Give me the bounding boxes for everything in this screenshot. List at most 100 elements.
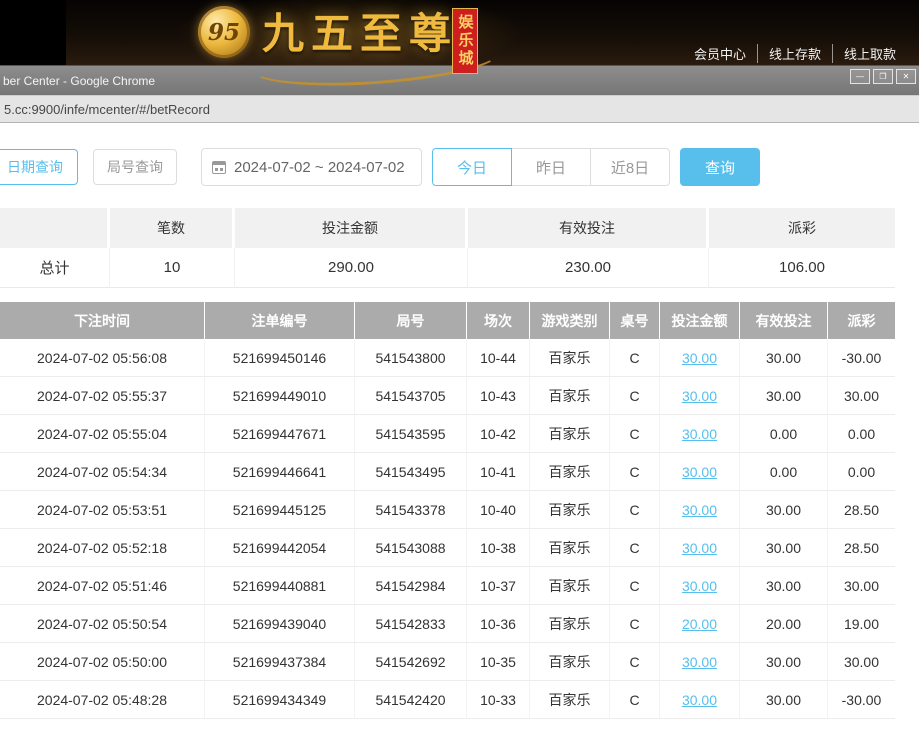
bet-amount-cell: 30.00 — [660, 643, 740, 681]
bet-session: 10-36 — [467, 605, 530, 643]
last8days-button[interactable]: 近8日 — [590, 148, 670, 186]
bet-table-no: C — [610, 415, 660, 453]
summary-bet-amount: 290.00 — [235, 248, 468, 288]
column-header-amount: 投注金额 — [660, 302, 740, 339]
column-header-time: 下注时间 — [0, 302, 205, 339]
bet-valid: 30.00 — [740, 339, 828, 377]
column-header-table-no: 桌号 — [610, 302, 660, 339]
bet-amount-cell: 30.00 — [660, 339, 740, 377]
bet-game: 百家乐 — [530, 415, 610, 453]
bet-payout: 0.00 — [828, 453, 895, 491]
close-button[interactable]: ✕ — [896, 69, 916, 84]
bet-game: 百家乐 — [530, 529, 610, 567]
bet-order-id: 521699437384 — [205, 643, 355, 681]
bet-amount-link[interactable]: 30.00 — [682, 426, 717, 442]
bet-amount-link[interactable]: 30.00 — [682, 540, 717, 556]
bet-game: 百家乐 — [530, 339, 610, 377]
bet-table-no: C — [610, 491, 660, 529]
site-header: 95 九五至尊 娱乐城 会员中心线上存款线上取款 — [0, 0, 919, 65]
search-button[interactable]: 查询 — [680, 148, 760, 186]
bet-table-no: C — [610, 453, 660, 491]
today-button[interactable]: 今日 — [432, 148, 512, 186]
bet-amount-cell: 30.00 — [660, 415, 740, 453]
bet-valid: 30.00 — [740, 643, 828, 681]
table-row: 2024-07-02 05:55:04 521699447671 5415435… — [0, 415, 895, 453]
bet-amount-link[interactable]: 30.00 — [682, 464, 717, 480]
bet-amount-link[interactable]: 30.00 — [682, 692, 717, 708]
bet-valid: 20.00 — [740, 605, 828, 643]
bet-session: 10-43 — [467, 377, 530, 415]
screen: 95 九五至尊 娱乐城 会员中心线上存款线上取款 ber Center - Go… — [0, 0, 919, 740]
bet-round-id: 541542984 — [355, 567, 467, 605]
bet-round-id: 541542420 — [355, 681, 467, 719]
bet-payout: 28.50 — [828, 529, 895, 567]
round-query-tab[interactable]: 局号查询 — [93, 149, 177, 185]
bet-record-table: 下注时间 注单编号 局号 场次 游戏类别 桌号 投注金额 有效投注 派彩 202… — [0, 302, 895, 719]
table-row: 2024-07-02 05:55:37 521699449010 5415437… — [0, 377, 895, 415]
bet-payout: 28.50 — [828, 491, 895, 529]
column-header-payout: 派彩 — [828, 302, 895, 339]
bet-amount-cell: 30.00 — [660, 681, 740, 719]
bet-amount-link[interactable]: 30.00 — [682, 350, 717, 366]
quick-range-group: 今日 昨日 近8日 — [432, 148, 670, 186]
bet-amount-link[interactable]: 20.00 — [682, 616, 717, 632]
nav-online-withdraw[interactable]: 线上取款 — [832, 44, 907, 63]
bet-round-id: 541542692 — [355, 643, 467, 681]
bet-session: 10-35 — [467, 643, 530, 681]
bet-valid: 30.00 — [740, 681, 828, 719]
bet-game: 百家乐 — [530, 643, 610, 681]
bet-valid: 30.00 — [740, 491, 828, 529]
bet-round-id: 541543705 — [355, 377, 467, 415]
bet-session: 10-38 — [467, 529, 530, 567]
bet-amount-link[interactable]: 30.00 — [682, 388, 717, 404]
bet-order-id: 521699449010 — [205, 377, 355, 415]
table-row: 2024-07-02 05:50:00 521699437384 5415426… — [0, 643, 895, 681]
bet-time: 2024-07-02 05:53:51 — [0, 491, 205, 529]
minimize-button[interactable]: — — [850, 69, 870, 84]
bet-time: 2024-07-02 05:56:08 — [0, 339, 205, 377]
bet-order-id: 521699446641 — [205, 453, 355, 491]
summary-valid-bet: 230.00 — [468, 248, 709, 288]
bet-valid: 0.00 — [740, 415, 828, 453]
bet-time: 2024-07-02 05:55:04 — [0, 415, 205, 453]
date-query-tab[interactable]: 日期查询 — [0, 149, 78, 185]
summary-header-valid-bet: 有效投注 — [468, 208, 709, 248]
maximize-button[interactable]: ❐ — [873, 69, 893, 84]
bet-session: 10-33 — [467, 681, 530, 719]
bet-amount-cell: 30.00 — [660, 491, 740, 529]
bet-game: 百家乐 — [530, 567, 610, 605]
date-range-picker[interactable]: 2024-07-02 ~ 2024-07-02 — [201, 148, 422, 186]
bet-payout: 0.00 — [828, 415, 895, 453]
bet-game: 百家乐 — [530, 681, 610, 719]
yesterday-button[interactable]: 昨日 — [511, 148, 591, 186]
bet-valid: 0.00 — [740, 453, 828, 491]
bet-session: 10-42 — [467, 415, 530, 453]
bet-payout: 30.00 — [828, 643, 895, 681]
table-row: 2024-07-02 05:52:18 521699442054 5415430… — [0, 529, 895, 567]
bet-order-id: 521699440881 — [205, 567, 355, 605]
bet-amount-link[interactable]: 30.00 — [682, 578, 717, 594]
bet-game: 百家乐 — [530, 377, 610, 415]
bet-time: 2024-07-02 05:48:28 — [0, 681, 205, 719]
bet-time: 2024-07-02 05:52:18 — [0, 529, 205, 567]
bet-table-no: C — [610, 377, 660, 415]
table-row: 2024-07-02 05:53:51 521699445125 5415433… — [0, 491, 895, 529]
site-logo-text: 九五至尊 — [262, 10, 458, 58]
bet-time: 2024-07-02 05:50:54 — [0, 605, 205, 643]
bet-amount-cell: 30.00 — [660, 453, 740, 491]
summary-payout: 106.00 — [709, 248, 895, 288]
bet-time: 2024-07-02 05:51:46 — [0, 567, 205, 605]
bet-order-id: 521699447671 — [205, 415, 355, 453]
bet-amount-link[interactable]: 30.00 — [682, 502, 717, 518]
nav-member-center[interactable]: 会员中心 — [683, 44, 757, 63]
browser-urlbar[interactable]: 5.cc:9900/infe/mcenter/#/betRecord — [0, 95, 919, 123]
table-row: 2024-07-02 05:48:28 521699434349 5415424… — [0, 681, 895, 719]
bet-time: 2024-07-02 05:55:37 — [0, 377, 205, 415]
bet-round-id: 541543800 — [355, 339, 467, 377]
column-header-order-id: 注单编号 — [205, 302, 355, 339]
bet-amount-link[interactable]: 30.00 — [682, 654, 717, 670]
bet-order-id: 521699442054 — [205, 529, 355, 567]
column-header-valid: 有效投注 — [740, 302, 828, 339]
column-header-session: 场次 — [467, 302, 530, 339]
nav-online-deposit[interactable]: 线上存款 — [757, 44, 832, 63]
